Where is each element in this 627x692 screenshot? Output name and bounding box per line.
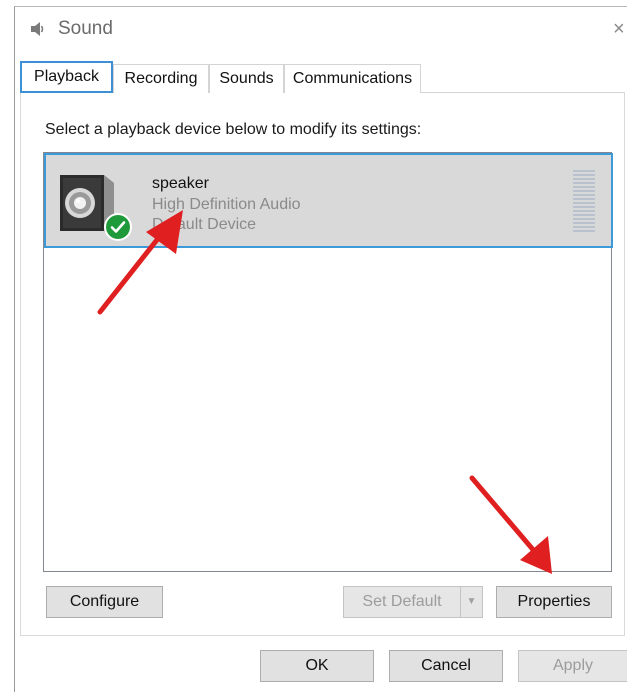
device-status: Default Device [152, 216, 257, 233]
tab-sounds[interactable]: Sounds [209, 64, 284, 93]
set-default-label: Set Default [362, 593, 442, 610]
tab-recording[interactable]: Recording [113, 64, 209, 93]
instruction-text: Select a playback device below to modify… [45, 121, 422, 138]
check-icon [104, 213, 132, 241]
device-name: speaker [152, 175, 209, 192]
device-description: High Definition Audio [152, 196, 301, 213]
dropdown-arrow-icon[interactable]: ▼ [460, 587, 482, 617]
set-default-button[interactable]: Set Default ▼ [343, 586, 483, 618]
apply-button[interactable]: Apply [518, 650, 627, 682]
configure-button[interactable]: Configure [46, 586, 163, 618]
cancel-button[interactable]: Cancel [389, 650, 503, 682]
device-item-speaker[interactable]: speaker High Definition Audio Default De… [44, 153, 613, 248]
close-icon[interactable]: × [613, 17, 627, 41]
tab-communications[interactable]: Communications [284, 64, 421, 93]
window-title: Sound [58, 18, 113, 39]
tab-playback[interactable]: Playback [20, 61, 113, 93]
title-bar: Sound × [15, 7, 627, 51]
tab-strip: Playback Recording Sounds Communications [20, 61, 625, 93]
level-meter [573, 170, 595, 234]
sound-app-icon [31, 22, 44, 36]
ok-button[interactable]: OK [260, 650, 374, 682]
properties-button[interactable]: Properties [496, 586, 612, 618]
device-list[interactable]: speaker High Definition Audio Default De… [43, 152, 613, 572]
